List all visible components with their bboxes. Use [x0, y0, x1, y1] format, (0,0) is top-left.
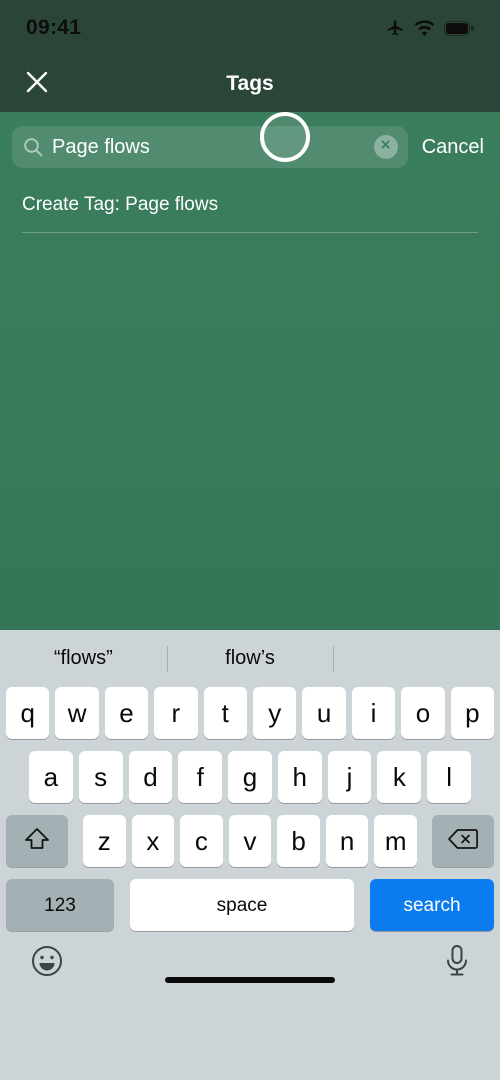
- numbers-key[interactable]: 123: [6, 879, 114, 931]
- keyboard-row-4: 123 space search: [0, 879, 500, 931]
- close-icon: [24, 69, 50, 100]
- key-w[interactable]: w: [55, 687, 99, 739]
- key-x[interactable]: x: [131, 815, 175, 867]
- backspace-delete-icon: [447, 827, 479, 855]
- key-t[interactable]: t: [203, 687, 247, 739]
- keyboard-row-3: z x c v b n m: [0, 815, 500, 867]
- key-f[interactable]: f: [178, 751, 223, 803]
- airplane-mode-icon: [385, 18, 405, 38]
- status-bar-time: 09:41: [26, 16, 82, 39]
- emoji-key[interactable]: [30, 944, 64, 983]
- key-q[interactable]: q: [5, 687, 50, 739]
- page-title: Tags: [226, 72, 274, 95]
- key-u[interactable]: u: [302, 687, 346, 739]
- predictive-text-bar: “flows” flow’s: [0, 630, 500, 687]
- dictation-key[interactable]: [444, 944, 470, 983]
- key-l[interactable]: l: [427, 751, 472, 803]
- key-p[interactable]: p: [450, 687, 495, 739]
- suggestion-1[interactable]: flow’s: [167, 647, 334, 670]
- search-input[interactable]: Page flows: [12, 126, 408, 168]
- key-k[interactable]: k: [377, 751, 422, 803]
- clear-search-button[interactable]: [373, 135, 398, 159]
- results-list: Create Tag: Page flows: [0, 186, 500, 233]
- emoji-smiley-icon: [30, 944, 64, 983]
- clear-circle-icon: [379, 138, 392, 156]
- key-a[interactable]: a: [28, 751, 73, 803]
- key-o[interactable]: o: [401, 687, 445, 739]
- key-g[interactable]: g: [228, 751, 272, 803]
- key-r[interactable]: r: [154, 687, 198, 739]
- key-d[interactable]: d: [128, 751, 173, 803]
- search-return-key[interactable]: search: [370, 879, 494, 931]
- search-icon: [22, 136, 44, 158]
- phone-screen: 09:41 Tags Page flows Cancel Create Tag:…: [0, 0, 500, 1080]
- cancel-button[interactable]: Cancel: [422, 136, 484, 159]
- key-y[interactable]: y: [253, 687, 297, 739]
- keyboard-row-2: a s d f g h j k l: [0, 751, 500, 803]
- close-button[interactable]: [20, 67, 54, 101]
- key-h[interactable]: h: [277, 751, 322, 803]
- navigation-bar: Tags: [0, 56, 500, 112]
- key-z[interactable]: z: [82, 815, 126, 867]
- key-i[interactable]: i: [351, 687, 396, 739]
- on-screen-keyboard: “flows” flow’s q w e r t y u i o p a s d…: [0, 630, 500, 1080]
- status-bar: 09:41: [0, 0, 500, 56]
- keyboard-row-1: q w e r t y u i o p: [0, 687, 500, 739]
- search-input-value: Page flows: [52, 136, 150, 158]
- list-divider: [22, 232, 478, 233]
- space-key[interactable]: space: [130, 879, 354, 931]
- create-tag-row[interactable]: Create Tag: Page flows: [22, 186, 478, 224]
- shift-up-arrow-icon: [23, 826, 51, 856]
- keyboard-utility-bar: [0, 931, 500, 995]
- key-j[interactable]: j: [327, 751, 372, 803]
- search-bar: Page flows Cancel: [0, 120, 500, 174]
- suggestion-0[interactable]: “flows”: [0, 647, 167, 670]
- home-indicator: [165, 977, 335, 983]
- key-c[interactable]: c: [180, 815, 223, 867]
- key-b[interactable]: b: [277, 815, 320, 867]
- key-m[interactable]: m: [374, 815, 418, 867]
- shift-key[interactable]: [5, 815, 68, 867]
- key-e[interactable]: e: [104, 687, 149, 739]
- wifi-icon: [414, 20, 435, 37]
- key-n[interactable]: n: [325, 815, 369, 867]
- status-bar-icons: [385, 18, 474, 38]
- key-v[interactable]: v: [228, 815, 272, 867]
- battery-full-icon: [444, 20, 474, 36]
- backspace-key[interactable]: [432, 815, 495, 867]
- key-s[interactable]: s: [78, 751, 123, 803]
- microphone-icon: [444, 944, 470, 983]
